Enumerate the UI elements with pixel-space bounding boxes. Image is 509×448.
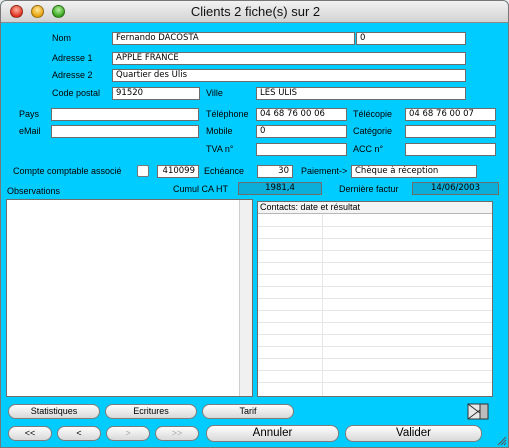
previous-record-button[interactable]: < — [57, 426, 101, 441]
nom-label: Nom — [52, 33, 72, 43]
contacts-column-divider — [322, 214, 323, 396]
resize-grip-icon[interactable] — [495, 434, 507, 446]
derniere-facture-label: Dernière factur — [339, 184, 399, 194]
categorie-field[interactable] — [405, 125, 496, 138]
client-window: Clients 2 fiche(s) sur 2 Nom Fernando DA… — [0, 0, 509, 448]
contacts-row-line — [258, 274, 492, 275]
code-postal-label: Code postal — [52, 88, 101, 98]
acc-label: ACC n° — [353, 144, 384, 154]
contacts-row-line — [258, 370, 492, 371]
contacts-row-line — [258, 250, 492, 251]
contacts-row-line — [258, 298, 492, 299]
pays-field[interactable] — [51, 108, 199, 121]
paiement-label: Paiement-> — [301, 166, 348, 176]
contacts-row-line — [258, 310, 492, 311]
code-postal-field[interactable]: 91520 — [112, 87, 200, 100]
ecritures-button[interactable]: Ecritures — [105, 404, 197, 419]
observations-label: Observations — [7, 186, 61, 196]
pays-label: Pays — [19, 109, 40, 119]
echeance-field[interactable]: 30 — [257, 165, 293, 178]
annuler-button[interactable]: Annuler — [206, 425, 339, 442]
mobile-field[interactable]: 0 — [256, 125, 347, 138]
contacts-list[interactable]: Contacts: date et résultat — [257, 201, 493, 397]
client-code-field[interactable]: 0 — [356, 32, 466, 45]
ville-field[interactable]: LES ULIS — [256, 87, 466, 100]
contacts-row-line — [258, 382, 492, 383]
picture-icon-graphic — [467, 403, 489, 420]
telephone-label: Téléphone — [206, 109, 249, 119]
next-record-button[interactable]: > — [106, 426, 150, 441]
adresse1-label: Adresse 1 — [52, 53, 93, 63]
paiement-field[interactable]: Chèque à réception — [351, 165, 477, 178]
compte-checkbox[interactable] — [137, 165, 149, 177]
adresse2-field[interactable]: Quartier des Ulis — [112, 69, 466, 82]
title-bar[interactable]: Clients 2 fiche(s) sur 2 — [1, 1, 508, 23]
telecopie-label: Télécopie — [353, 109, 393, 119]
categorie-label: Catégorie — [353, 126, 393, 136]
tva-label: TVA n° — [206, 144, 234, 154]
contacts-row-line — [258, 334, 492, 335]
contacts-row-line — [258, 286, 492, 287]
observations-scrollbar[interactable] — [239, 200, 252, 396]
compte-label: Compte comptable associé — [13, 166, 122, 176]
statistiques-button[interactable]: Statistiques — [8, 404, 100, 419]
adresse1-field[interactable]: APPLE FRANCE — [112, 52, 466, 65]
telephone-field[interactable]: 04 68 76 00 06 — [256, 108, 347, 121]
mobile-label: Mobile — [206, 126, 233, 136]
acc-field[interactable] — [405, 143, 496, 156]
contacts-row-line — [258, 238, 492, 239]
telecopie-field[interactable]: 04 68 76 00 07 — [405, 108, 496, 121]
valider-button[interactable]: Valider — [345, 425, 482, 442]
contacts-row-line — [258, 226, 492, 227]
first-record-button[interactable]: << — [8, 426, 52, 441]
observations-textarea[interactable] — [6, 199, 253, 397]
cumul-field: 1981,4 — [238, 182, 322, 195]
picture-icon[interactable] — [467, 403, 489, 420]
cumul-label: Cumul CA HT — [173, 184, 229, 194]
contacts-row-line — [258, 322, 492, 323]
email-label: eMail — [19, 126, 41, 136]
ville-label: Ville — [206, 88, 223, 98]
tarif-button[interactable]: Tarif — [202, 404, 294, 419]
contacts-row-line — [258, 358, 492, 359]
nom-field[interactable]: Fernando DACOSTA — [112, 32, 355, 45]
contacts-row-line — [258, 262, 492, 263]
last-record-button[interactable]: >> — [155, 426, 199, 441]
window-title: Clients 2 fiche(s) sur 2 — [190, 4, 321, 19]
email-field[interactable] — [51, 125, 199, 138]
contacts-row-line — [258, 346, 492, 347]
adresse2-label: Adresse 2 — [52, 70, 93, 80]
contacts-header: Contacts: date et résultat — [258, 202, 492, 214]
echeance-label: Echéance — [204, 166, 245, 176]
compte-field[interactable]: 410099 — [157, 165, 199, 178]
derniere-facture-field: 14/06/2003 — [412, 182, 499, 195]
tva-field[interactable] — [256, 143, 347, 156]
